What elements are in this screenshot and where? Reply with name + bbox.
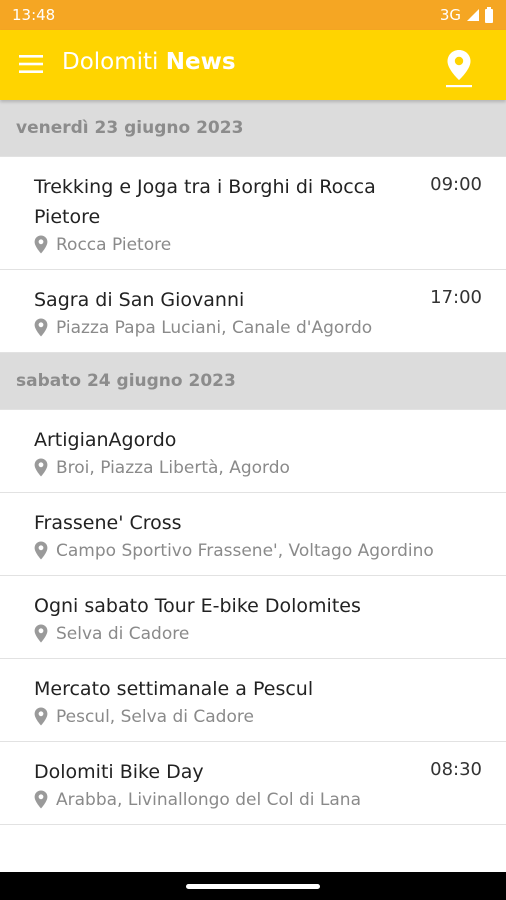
event-location: Selva di Cadore xyxy=(34,623,486,645)
event-item[interactable]: Dolomiti Bike Day 08:30 Arabba, Livinall… xyxy=(0,742,506,825)
event-title: Trekking e Joga tra i Borghi di Rocca Pi… xyxy=(34,176,376,228)
map-marker-icon xyxy=(34,790,48,809)
event-location: Rocca Pietore xyxy=(34,234,486,256)
event-list[interactable]: venerdì 23 giugno 2023 Trekking e Joga t… xyxy=(0,100,506,872)
event-item[interactable]: Trekking e Joga tra i Borghi di Rocca Pi… xyxy=(0,156,506,270)
home-indicator[interactable] xyxy=(186,884,320,889)
map-marker-icon xyxy=(34,458,48,477)
event-item[interactable]: Sagra di San Giovanni 17:00 Piazza Papa … xyxy=(0,270,506,353)
hamburger-menu-icon xyxy=(19,55,43,73)
event-title: Mercato settimanale a Pescul xyxy=(34,678,314,700)
event-item[interactable]: Ogni sabato Tour E-bike Dolomites Selva … xyxy=(0,576,506,659)
event-location: Piazza Papa Luciani, Canale d'Agordo xyxy=(34,317,486,339)
date-header: sabato 24 giugno 2023 xyxy=(0,353,506,409)
event-location-text: Arabba, Livinallongo del Col di Lana xyxy=(56,790,362,810)
event-title: Frassene' Cross xyxy=(34,512,182,534)
event-item[interactable]: ArtigianAgordo Broi, Piazza Libertà, Ago… xyxy=(0,409,506,493)
status-time: 13:48 xyxy=(12,6,56,24)
app-title-regular: Dolomiti xyxy=(62,49,159,75)
app-title-bold: News xyxy=(165,49,236,75)
event-time: 08:30 xyxy=(430,759,482,780)
location-button[interactable] xyxy=(444,48,474,90)
event-item[interactable]: Mercato settimanale a Pescul Pescul, Sel… xyxy=(0,659,506,742)
status-indicators: 3G xyxy=(440,6,494,24)
location-pin-icon xyxy=(446,50,472,88)
event-location: Broi, Piazza Libertà, Agordo xyxy=(34,457,486,479)
map-marker-icon xyxy=(34,235,48,254)
event-location: Campo Sportivo Frassene', Voltago Agordi… xyxy=(34,540,486,562)
event-title: ArtigianAgordo xyxy=(34,429,177,451)
event-title: Ogni sabato Tour E-bike Dolomites xyxy=(34,595,361,617)
event-title: Dolomiti Bike Day xyxy=(34,761,204,783)
app-bar: Dolomiti News xyxy=(0,30,506,100)
event-location: Pescul, Selva di Cadore xyxy=(34,706,486,728)
network-type: 3G xyxy=(439,6,461,24)
event-title: Sagra di San Giovanni xyxy=(34,289,245,311)
menu-button[interactable] xyxy=(18,51,44,77)
date-header: venerdì 23 giugno 2023 xyxy=(0,100,506,156)
event-time: 17:00 xyxy=(430,287,482,308)
event-location-text: Selva di Cadore xyxy=(56,624,190,644)
event-location-text: Campo Sportivo Frassene', Voltago Agordi… xyxy=(56,541,434,561)
map-marker-icon xyxy=(34,318,48,337)
event-location-text: Broi, Piazza Libertà, Agordo xyxy=(56,458,290,478)
map-marker-icon xyxy=(34,707,48,726)
map-marker-icon xyxy=(34,541,48,560)
app-title: Dolomiti News xyxy=(62,49,236,75)
event-location: Arabba, Livinallongo del Col di Lana xyxy=(34,789,486,811)
battery-icon xyxy=(485,7,493,23)
event-location-text: Pescul, Selva di Cadore xyxy=(56,707,254,727)
event-item[interactable]: Frassene' Cross Campo Sportivo Frassene'… xyxy=(0,493,506,576)
map-marker-icon xyxy=(34,624,48,643)
event-time: 09:00 xyxy=(430,174,482,195)
navigation-bar xyxy=(0,872,506,900)
event-location-text: Rocca Pietore xyxy=(56,235,172,255)
signal-icon xyxy=(467,9,479,21)
status-bar: 13:48 3G xyxy=(0,0,506,30)
event-location-text: Piazza Papa Luciani, Canale d'Agordo xyxy=(56,318,373,338)
